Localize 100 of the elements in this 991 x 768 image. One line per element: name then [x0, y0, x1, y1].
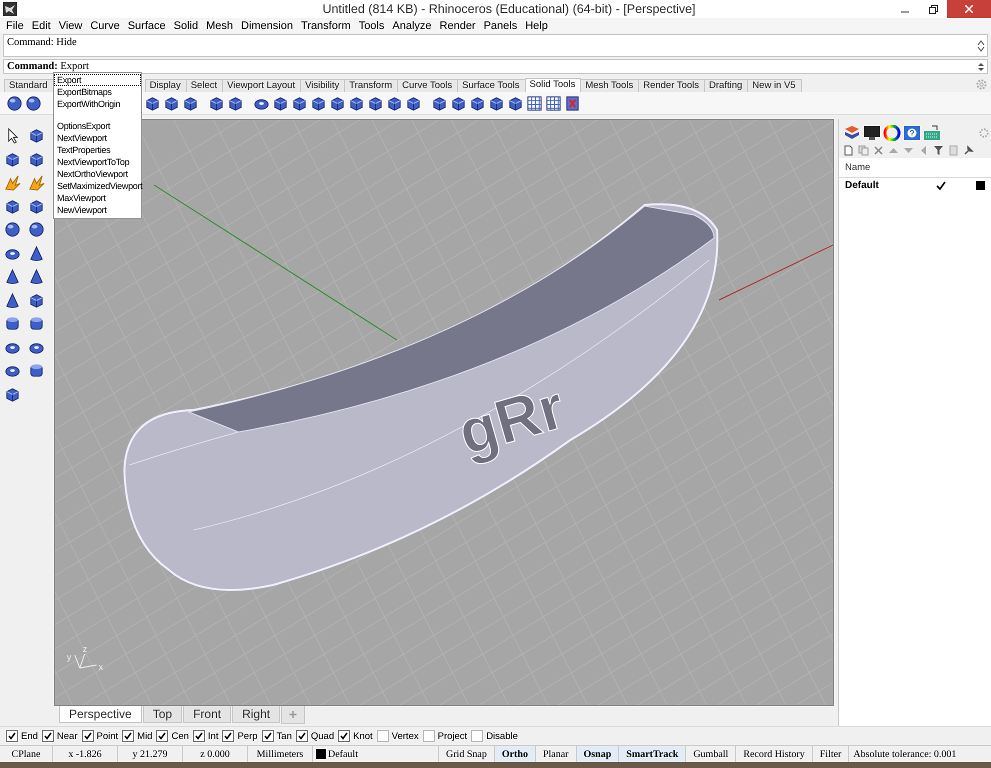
toolbar-tab[interactable]: Standard [4, 79, 54, 92]
toolbar-tab[interactable]: Mesh Tools [580, 79, 640, 92]
help-icon[interactable] [903, 125, 921, 141]
solid-tool-icon[interactable] [182, 94, 199, 112]
autocomplete-item[interactable]: TextProperties [54, 144, 141, 156]
checkbox[interactable] [122, 730, 134, 742]
layer-color-swatch[interactable] [976, 181, 985, 190]
autocomplete-item[interactable]: MaxViewport [54, 192, 141, 204]
solid-tool-icon[interactable] [386, 94, 403, 112]
cone-icon[interactable] [28, 268, 45, 285]
solid-tool-icon[interactable] [405, 94, 422, 112]
checkbox[interactable] [296, 730, 308, 742]
new-layer-icon[interactable] [843, 145, 854, 156]
layer-name[interactable]: Default [845, 180, 936, 191]
toolbar-tab[interactable]: Display [144, 79, 187, 92]
menu-item[interactable]: Edit [28, 20, 55, 32]
checkbox[interactable] [262, 730, 274, 742]
burst-icon[interactable] [28, 174, 45, 191]
menu-item[interactable]: File [2, 20, 28, 32]
toolbar-tab[interactable]: Surface Tools [457, 79, 526, 92]
checkbox[interactable] [156, 730, 168, 742]
autocomplete-item[interactable]: ExportWithOrigin [54, 98, 141, 110]
grid-icon[interactable] [526, 94, 543, 112]
checkbox[interactable] [376, 730, 389, 742]
menu-item[interactable]: Help [521, 20, 552, 32]
solid-tool-icon[interactable] [310, 94, 327, 112]
color-wheel-icon[interactable] [883, 125, 901, 141]
scroll-down-icon[interactable] [977, 46, 985, 52]
menu-item[interactable]: Tools [354, 20, 388, 32]
checkbox[interactable] [42, 730, 54, 742]
cone-icon[interactable] [28, 244, 45, 262]
cylinder-icon[interactable] [28, 315, 45, 332]
checkbox[interactable] [192, 730, 205, 742]
viewport-tab[interactable]: Top [142, 706, 182, 723]
menu-item[interactable]: Mesh [202, 20, 237, 32]
toolbar-tab[interactable]: Render Tools [638, 79, 706, 92]
autocomplete-item[interactable]: NextViewport [54, 132, 141, 144]
menu-item[interactable]: Dimension [237, 20, 297, 32]
filter-icon[interactable] [933, 145, 944, 156]
viewport-tab[interactable]: Perspective [59, 706, 142, 723]
close-button[interactable] [947, 0, 991, 18]
menu-item[interactable]: Panels [480, 20, 522, 32]
menu-item[interactable]: Solid [170, 20, 202, 32]
sphere-icon[interactable] [4, 221, 21, 238]
viewport-tab[interactable]: Front [183, 706, 232, 723]
menu-item[interactable]: Analyze [388, 20, 436, 32]
autocomplete-item[interactable]: ExportBitmaps [54, 86, 141, 98]
monitor-icon[interactable] [863, 125, 881, 141]
solid-tool-icon[interactable] [144, 94, 161, 112]
toolbar-tab[interactable]: Select [186, 79, 224, 92]
box-icon[interactable] [4, 386, 21, 402]
solid-tool-icon[interactable] [291, 94, 308, 112]
current-layer[interactable]: Default [328, 748, 358, 760]
autocomplete-item[interactable]: NewViewport [54, 204, 141, 216]
cone-icon[interactable] [4, 268, 21, 285]
layers-icon[interactable] [843, 125, 861, 141]
autocomplete-item[interactable]: SetMaximizedViewport [54, 180, 141, 192]
grid-icon[interactable] [545, 94, 562, 112]
solid-tool-icon[interactable] [367, 94, 384, 112]
solid-tool-icon[interactable] [507, 94, 524, 112]
solid-tool-icon[interactable] [163, 94, 180, 112]
menu-item[interactable]: Transform [296, 20, 355, 32]
menu-item[interactable]: View [54, 20, 86, 32]
toolbar-tab[interactable]: Visibility [300, 79, 346, 92]
solid-tool-icon[interactable] [272, 94, 289, 112]
delete-icon[interactable] [564, 94, 581, 112]
scroll-up-icon[interactable] [977, 40, 985, 46]
boolean-union-icon[interactable] [6, 94, 23, 112]
status-toggle[interactable]: Ortho [494, 746, 536, 762]
solid-tool-icon[interactable] [488, 94, 505, 112]
cylinder-icon[interactable] [28, 362, 45, 379]
toolbar-tab[interactable]: New in V5 [747, 79, 802, 92]
solid-tool-icon[interactable] [227, 94, 244, 112]
wrench-icon[interactable] [963, 145, 974, 156]
sphere-icon[interactable] [28, 221, 45, 238]
toolbar-tab[interactable]: Curve Tools [397, 79, 458, 92]
toolbar-tab[interactable]: Solid Tools [524, 78, 582, 92]
cylinder-icon[interactable] [4, 315, 21, 332]
toolbar-tab[interactable]: Drafting [704, 79, 748, 92]
menu-item[interactable]: Curve [86, 20, 124, 32]
keyboard-icon[interactable] [923, 125, 941, 141]
checkbox[interactable] [6, 730, 18, 742]
solid-tool-icon[interactable] [469, 94, 486, 112]
checkbox[interactable] [222, 730, 234, 742]
solid-tool-icon[interactable] [431, 94, 448, 112]
solid-tool-icon[interactable] [348, 94, 365, 112]
box-icon[interactable] [28, 198, 45, 214]
checkbox[interactable] [82, 730, 94, 742]
checkbox[interactable] [471, 730, 484, 742]
toolbar-tab[interactable]: Viewport Layout [222, 79, 302, 92]
status-toggle[interactable]: SmartTrack [619, 746, 686, 762]
autocomplete-item[interactable]: Export [54, 74, 141, 86]
solid-tool-icon[interactable] [450, 94, 467, 112]
autocomplete-item[interactable]: NextViewportToTop [54, 156, 141, 168]
autocomplete-item[interactable]: NextOrthoViewport [54, 168, 141, 180]
box-icon[interactable] [4, 198, 21, 214]
status-toggle[interactable]: Osnap [576, 746, 620, 762]
autocomplete-item[interactable]: OptionsExport [54, 120, 141, 132]
viewport-tab[interactable]: Right [232, 706, 280, 723]
menu-item[interactable]: Surface [124, 20, 170, 32]
